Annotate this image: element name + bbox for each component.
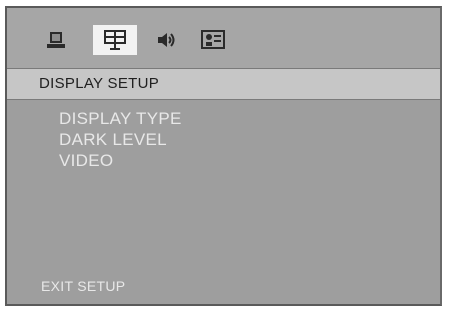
setup-menu-panel: DISPLAY SETUP DISPLAY TYPE DARK LEVEL VI… — [5, 6, 442, 306]
tab-audio-setup[interactable] — [152, 25, 180, 55]
general-setup-icon — [47, 32, 65, 48]
setup-options-list: DISPLAY TYPE DARK LEVEL VIDEO — [59, 108, 182, 171]
menu-item-dark-level[interactable]: DARK LEVEL — [59, 129, 182, 150]
page-title: DISPLAY SETUP — [39, 75, 160, 92]
tab-preference-setup[interactable] — [195, 25, 231, 55]
setup-tab-bar — [7, 8, 440, 68]
audio-setup-icon — [158, 33, 175, 47]
display-setup-icon — [104, 30, 126, 50]
section-header: DISPLAY SETUP — [7, 68, 440, 100]
menu-item-video[interactable]: VIDEO — [59, 150, 182, 171]
exit-setup-button[interactable]: EXIT SETUP — [41, 278, 125, 294]
preference-setup-icon — [201, 30, 225, 49]
menu-item-display-type[interactable]: DISPLAY TYPE — [59, 108, 182, 129]
tab-display-setup[interactable] — [93, 25, 137, 55]
tab-general-setup[interactable] — [41, 25, 71, 55]
